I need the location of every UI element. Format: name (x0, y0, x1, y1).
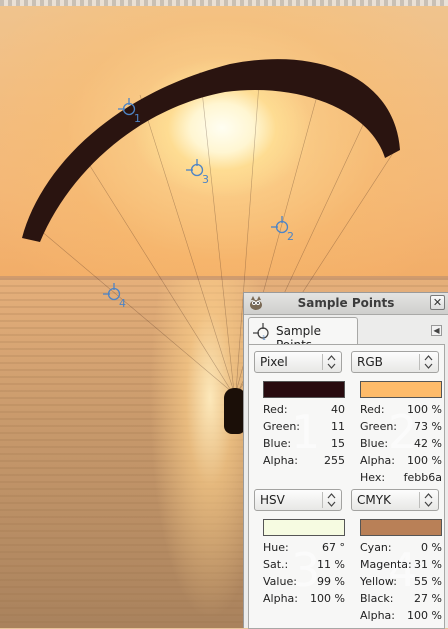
color-mode-select[interactable]: CMYK (351, 489, 439, 511)
row-label: Hex: (360, 471, 386, 484)
value-row: Red: 100 % (360, 403, 442, 419)
sample-point-number: 2 (287, 230, 294, 243)
sample-points-dialog: Sample Points ✕ 1 Sample Points ◀ 1 Pixe… (243, 292, 448, 629)
row-value: 99 % (317, 575, 345, 588)
color-mode-select[interactable]: RGB (351, 351, 439, 373)
updown-arrows-icon (322, 492, 339, 508)
sample-point-marker-2[interactable]: 2 (271, 216, 299, 244)
row-value: 100 % (407, 454, 442, 467)
sample-cell-2: 2 RGB Red: 100 % Green: 73 % Blue: 42 % Alp… (348, 347, 442, 485)
updown-arrows-icon (419, 354, 436, 370)
close-button[interactable]: ✕ (430, 295, 445, 310)
color-mode-select[interactable]: Pixel (254, 351, 342, 373)
tab-row: 1 Sample Points ◀ (244, 315, 448, 352)
row-label: Green: (360, 420, 398, 433)
value-row: Yellow: 55 % (360, 575, 442, 591)
row-value: 100 % (407, 609, 442, 622)
value-row: Alpha: 100 % (360, 609, 442, 625)
value-row: Green: 11 (263, 420, 345, 436)
row-value: 73 % (414, 420, 442, 433)
row-label: Yellow: (360, 575, 397, 588)
row-label: Alpha: (360, 454, 395, 467)
sample-point-number: 4 (119, 297, 126, 310)
value-row: Blue: 42 % (360, 437, 442, 453)
color-swatch (360, 519, 442, 536)
row-value: 31 % (414, 558, 442, 571)
row-value: 27 % (414, 592, 442, 605)
sample-point-number: 1 (134, 112, 141, 125)
updown-arrows-icon (419, 492, 436, 508)
value-row: Sat.: 11 % (263, 558, 345, 574)
value-row: Alpha: 255 (263, 454, 345, 470)
updown-arrows-icon (322, 354, 339, 370)
value-row: Green: 73 % (360, 420, 442, 436)
color-swatch (360, 381, 442, 398)
sample-cell-4: 4 CMYK Cyan: 0 % Magenta: 31 % Yellow: 55 %… (348, 485, 442, 623)
row-label: Red: (263, 403, 288, 416)
row-value: 40 (331, 403, 345, 416)
value-row: Alpha: 100 % (263, 592, 345, 608)
value-row: Blue: 15 (263, 437, 345, 453)
value-row: Red: 40 (263, 403, 345, 419)
row-value: 15 (331, 437, 345, 450)
row-value: 11 (331, 420, 345, 433)
row-value: 100 % (407, 403, 442, 416)
sample-point-icon: 1 (253, 323, 269, 341)
row-label: Magenta: (360, 558, 412, 571)
sample-point-marker-1[interactable]: 1 (118, 98, 146, 126)
row-label: Red: (360, 403, 385, 416)
row-value: 0 % (421, 541, 442, 554)
row-label: Cyan: (360, 541, 392, 554)
row-label: Sat.: (263, 558, 289, 571)
color-mode-select[interactable]: HSV (254, 489, 342, 511)
sample-cell-1: 1 Pixel Red: 40 Green: 11 Blue: 15 Alpha: 25… (251, 347, 345, 485)
dialog-title: Sample Points (297, 296, 395, 310)
row-value: 42 % (414, 437, 442, 450)
row-value: febb6a (403, 471, 442, 484)
row-value: 100 % (310, 592, 345, 605)
color-swatch (263, 519, 345, 536)
value-row: Alpha: 100 % (360, 454, 442, 470)
sample-points-grid: 1 Pixel Red: 40 Green: 11 Blue: 15 Alpha: 25… (248, 344, 445, 629)
value-row: Hue: 67 ° (263, 541, 345, 557)
dialog-titlebar[interactable]: Sample Points ✕ (244, 293, 448, 315)
tab-menu-button[interactable]: ◀ (431, 325, 442, 336)
sample-point-marker-4[interactable]: 4 (103, 283, 131, 311)
value-row: Magenta: 31 % (360, 558, 442, 574)
color-swatch (263, 381, 345, 398)
row-label: Alpha: (263, 454, 298, 467)
sample-point-number: 3 (202, 173, 209, 186)
row-value: 11 % (317, 558, 345, 571)
row-label: Blue: (263, 437, 292, 450)
color-mode-value: RGB (357, 355, 383, 369)
row-value: 67 ° (322, 541, 345, 554)
color-mode-value: Pixel (260, 355, 288, 369)
row-label: Green: (263, 420, 301, 433)
svg-text:1: 1 (262, 335, 266, 341)
value-row: Cyan: 0 % (360, 541, 442, 557)
row-value: 255 (324, 454, 345, 467)
row-label: Alpha: (360, 609, 395, 622)
sample-point-marker-3[interactable]: 3 (186, 159, 214, 187)
row-value: 55 % (414, 575, 442, 588)
row-label: Hue: (263, 541, 289, 554)
row-label: Alpha: (263, 592, 298, 605)
value-row: Black: 27 % (360, 592, 442, 608)
value-row: Value: 99 % (263, 575, 345, 591)
tab-sample-points[interactable]: 1 Sample Points (248, 317, 358, 352)
color-mode-value: CMYK (357, 493, 391, 507)
row-label: Black: (360, 592, 394, 605)
row-label: Blue: (360, 437, 389, 450)
row-label: Value: (263, 575, 297, 588)
sample-cell-3: 3 HSV Hue: 67 ° Sat.: 11 % Value: 99 % Alph… (251, 485, 345, 623)
color-mode-value: HSV (260, 493, 285, 507)
